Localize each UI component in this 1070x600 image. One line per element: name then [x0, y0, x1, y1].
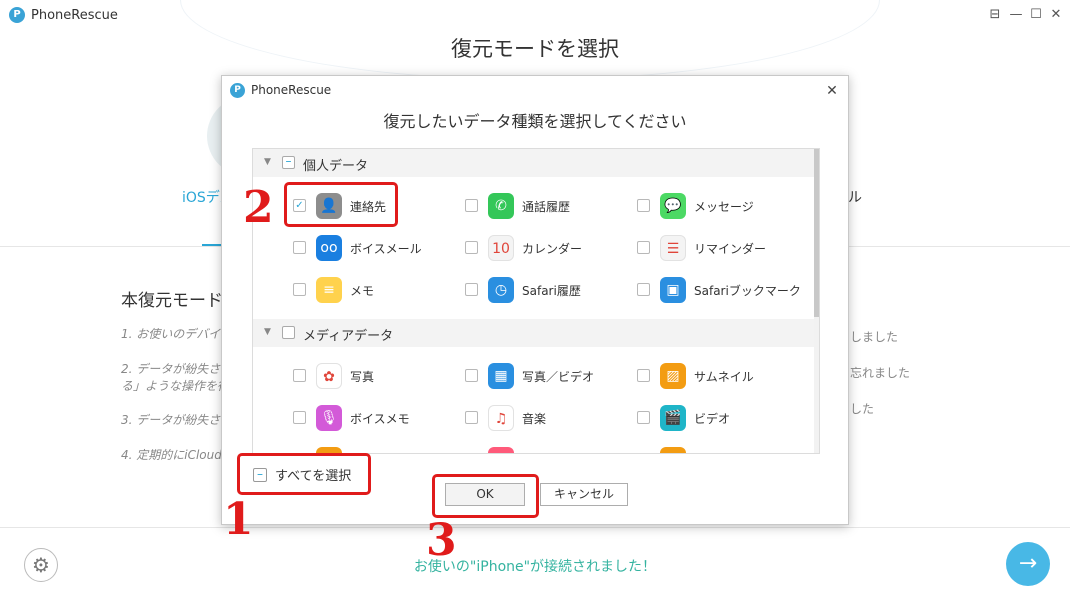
annotation-box-select-all	[237, 453, 371, 495]
menu-icon[interactable]: ⊟	[986, 6, 1004, 24]
item-label[interactable]: 写真／ビデオ	[522, 368, 594, 385]
item-label[interactable]: ボイスメール	[350, 240, 422, 257]
mode-list-item: る」ような操作を行	[121, 379, 230, 393]
item-label[interactable]: カレンダー	[522, 240, 582, 257]
cancel-button[interactable]: キャンセル	[540, 483, 628, 506]
music-icon: ♫	[488, 405, 514, 431]
annotation-box-ok	[432, 474, 539, 518]
partial-item-icon	[488, 447, 514, 453]
item-label[interactable]: サムネイル	[694, 368, 754, 385]
maximize-icon[interactable]: ☐	[1027, 6, 1045, 24]
mode-heading: 本復元モード(	[121, 291, 230, 311]
mode-list-item: 4. 定期的にiCloud	[121, 448, 222, 462]
item-checkbox[interactable]	[637, 241, 650, 254]
safari-bookmark-icon: ▣	[660, 277, 686, 303]
item-label[interactable]: 写真	[350, 368, 374, 385]
connection-status: お使いの"iPhone"が接続されました！	[413, 559, 657, 575]
item-checkbox[interactable]	[293, 241, 306, 254]
mode-list-item: 2. データが紛失され	[121, 362, 233, 376]
item-checkbox[interactable]	[637, 369, 650, 382]
list-scrollbar[interactable]	[814, 149, 819, 453]
mode-list-tail: 忘れました	[850, 366, 911, 380]
group-checkbox[interactable]	[282, 326, 295, 339]
photo-video-icon: ▦	[488, 363, 514, 389]
annotation-number-3: 3	[426, 515, 457, 566]
mode-list-item: 3. データが紛失され	[121, 413, 233, 427]
scroll-thumb[interactable]	[814, 149, 819, 317]
group-label: メディアデータ	[303, 329, 394, 344]
mode-list-tail: した	[850, 402, 875, 416]
item-checkbox[interactable]	[293, 369, 306, 382]
item-label[interactable]: Safariブックマーク	[694, 282, 801, 299]
mode-list-item: 1. お使いのデバイス	[121, 327, 232, 341]
dialog-heading: 復元したいデータ種類を選択してください	[383, 112, 687, 131]
item-label[interactable]: ボイスメモ	[350, 410, 410, 427]
message-icon: 💬	[660, 193, 686, 219]
item-checkbox[interactable]	[637, 411, 650, 424]
voicemail-icon: oo	[316, 235, 342, 261]
item-label[interactable]: ビデオ	[694, 410, 730, 427]
item-label[interactable]: リマインダー	[694, 240, 766, 257]
thumbnail-icon: ▨	[660, 363, 686, 389]
minimize-icon[interactable]: —	[1007, 6, 1025, 24]
group-checkbox[interactable]: –	[282, 155, 295, 169]
title-bar: P PhoneRescue ⊟ — ☐ ✕	[0, 0, 1070, 32]
group-label: 個人データ	[303, 159, 369, 174]
item-checkbox[interactable]	[637, 199, 650, 212]
item-checkbox[interactable]	[465, 283, 478, 296]
tab-right[interactable]: ル	[848, 187, 862, 207]
annotation-box-contacts	[284, 182, 398, 227]
partial-item-icon	[660, 447, 686, 453]
item-checkbox[interactable]	[465, 369, 478, 382]
item-label[interactable]: Safari履歴	[522, 282, 581, 299]
app-logo-icon: P	[9, 7, 25, 23]
item-label[interactable]: 通話履歴	[522, 198, 570, 215]
group-header[interactable]: ▼ – 個人データ	[253, 149, 814, 177]
item-label[interactable]: 音楽	[522, 410, 546, 427]
calendar-icon: 10	[488, 235, 514, 261]
video-icon: 🎬	[660, 405, 686, 431]
dialog-logo-icon: P	[230, 83, 245, 98]
group-header[interactable]: ▼ メディアデータ	[253, 319, 814, 347]
app-title: PhoneRescue	[31, 8, 118, 23]
item-checkbox[interactable]	[293, 283, 306, 296]
item-label[interactable]: メッセージ	[694, 198, 754, 215]
mode-list-tail: しました	[850, 330, 899, 344]
item-checkbox[interactable]	[637, 283, 650, 296]
item-checkbox[interactable]	[293, 411, 306, 424]
voice-memo-icon: 🎙	[316, 405, 342, 431]
next-arrow-button[interactable]: →	[1006, 542, 1050, 586]
dialog-title: PhoneRescue	[251, 83, 332, 97]
phone-icon: ✆	[488, 193, 514, 219]
photos-icon: ✿	[316, 363, 342, 389]
safari-history-icon: ◷	[488, 277, 514, 303]
item-checkbox[interactable]	[465, 199, 478, 212]
item-label[interactable]: メモ	[350, 282, 374, 299]
reminders-icon: ☰	[660, 235, 686, 261]
item-checkbox[interactable]	[465, 411, 478, 424]
collapse-triangle-icon[interactable]: ▼	[264, 157, 271, 167]
footer-divider	[0, 527, 1070, 528]
item-checkbox[interactable]	[465, 241, 478, 254]
close-window-icon[interactable]: ✕	[1047, 6, 1065, 24]
collapse-triangle-icon[interactable]: ▼	[264, 327, 271, 337]
notes-icon: ≡	[316, 277, 342, 303]
page-title: 復元モードを選択	[451, 37, 619, 61]
annotation-number-1: 1	[223, 494, 254, 545]
annotation-number-2: 2	[243, 182, 274, 233]
dialog-close-icon[interactable]: ✕	[822, 81, 842, 101]
